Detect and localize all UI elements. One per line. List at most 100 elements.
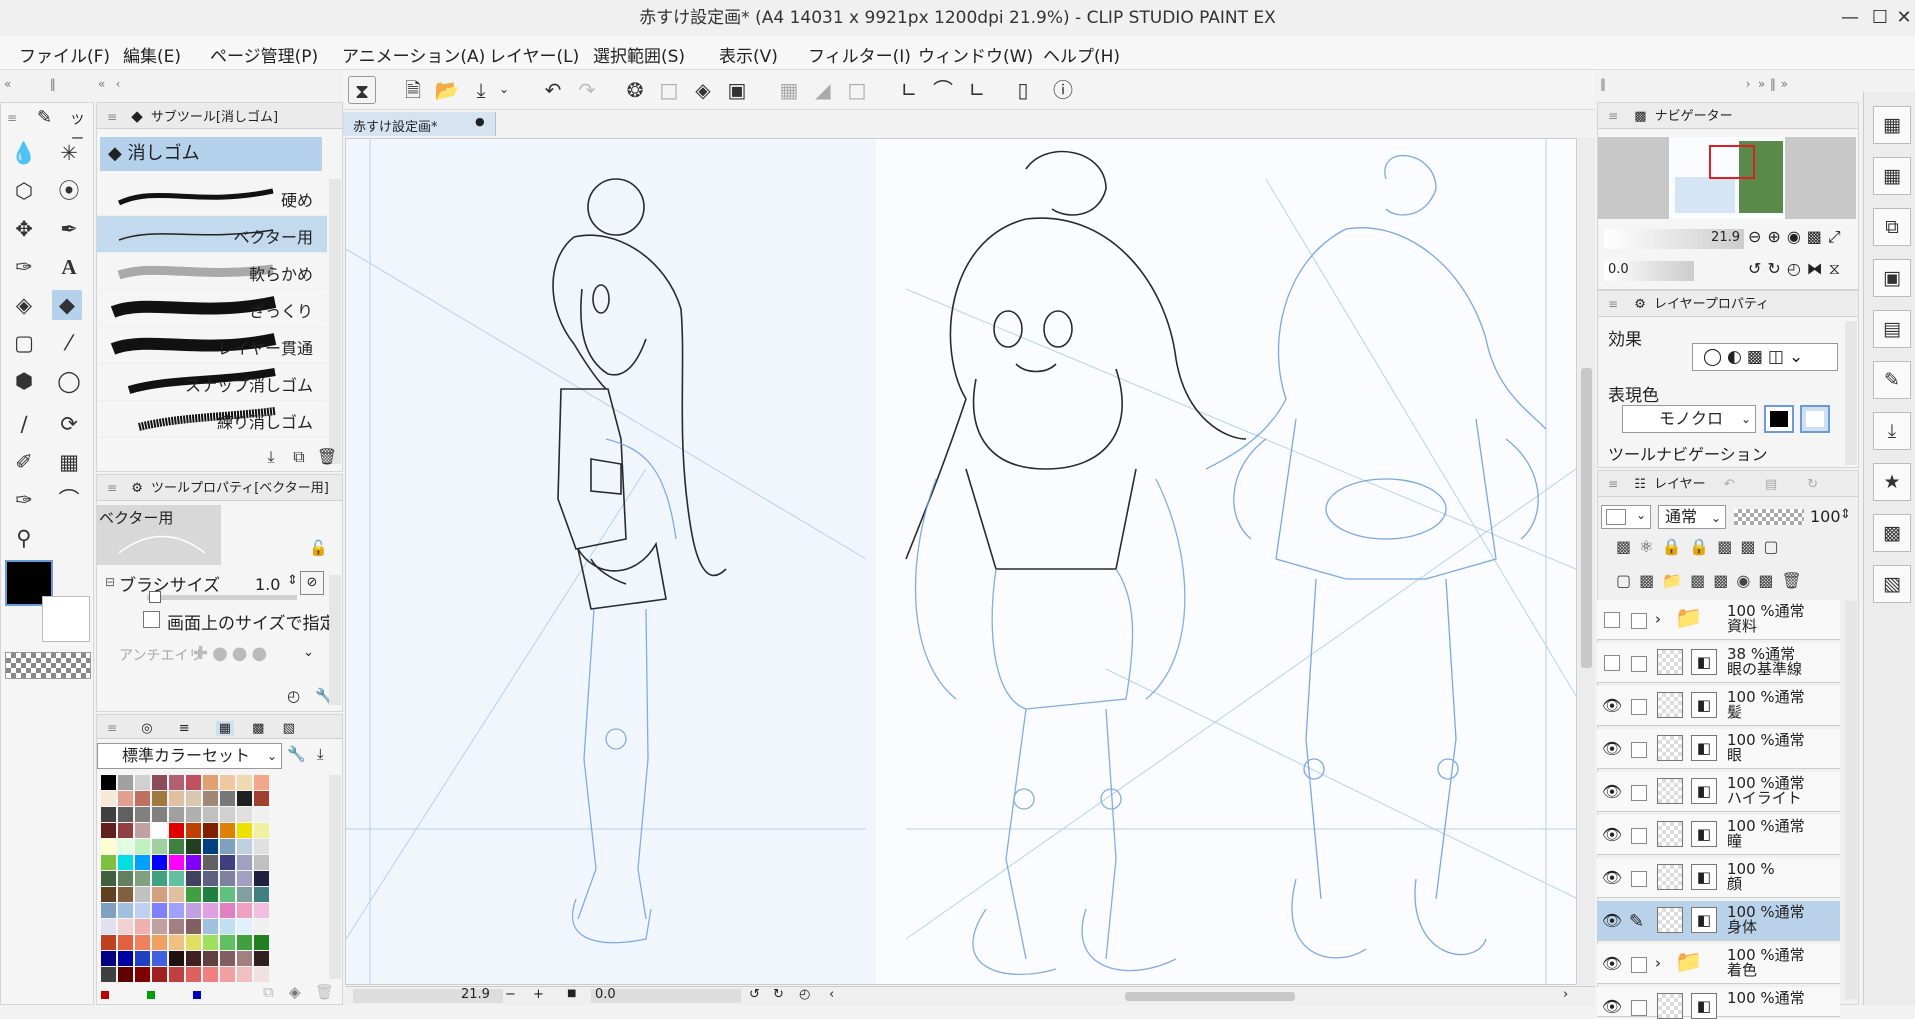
color-swatch[interactable] bbox=[203, 887, 218, 902]
eye-icon[interactable]: 👁 bbox=[1601, 911, 1623, 930]
layer-color-select[interactable]: ⌄ bbox=[1601, 505, 1651, 529]
layer-row[interactable]: 👁 ◧ 100 %通常髪 bbox=[1597, 686, 1840, 726]
color-swatch[interactable] bbox=[254, 919, 269, 934]
layer-row[interactable]: 👁 ◧ 100 %通常眼 bbox=[1597, 729, 1840, 769]
color-swatch[interactable] bbox=[203, 951, 218, 966]
edit-pen-icon[interactable]: ✎ bbox=[1629, 911, 1644, 932]
fill-icon[interactable]: ◈ bbox=[9, 290, 39, 320]
color-swatch[interactable] bbox=[220, 839, 235, 854]
screen-size-checkbox[interactable] bbox=[143, 611, 160, 628]
effect-buttons[interactable]: ◯◐▩◫⌄ bbox=[1692, 343, 1838, 371]
folder-expand-icon[interactable]: › bbox=[1655, 610, 1661, 628]
transform-icon[interactable]: ▣ bbox=[723, 76, 751, 104]
color-swatch[interactable] bbox=[169, 855, 184, 870]
left-dock-collapse[interactable]: « ‖ bbox=[4, 77, 94, 91]
eye-icon[interactable]: 👁 bbox=[1601, 696, 1623, 715]
color-swatch[interactable] bbox=[118, 807, 133, 822]
gradient-icon[interactable]: ▢ bbox=[9, 328, 39, 358]
color-swatch[interactable] bbox=[169, 935, 184, 950]
color-swatch[interactable] bbox=[118, 823, 133, 838]
color-swatch[interactable] bbox=[152, 839, 167, 854]
layer-row[interactable]: 👁 ◧ 100 %通常瞳 bbox=[1597, 815, 1840, 855]
color-swatch[interactable] bbox=[237, 839, 252, 854]
layer-lock-checkbox[interactable] bbox=[1631, 785, 1647, 801]
help-icon[interactable]: ⓘ bbox=[1049, 76, 1077, 104]
color-swatch[interactable] bbox=[135, 775, 150, 790]
layer-lock-checkbox[interactable] bbox=[1631, 699, 1647, 715]
layer-lock-checkbox[interactable] bbox=[1631, 613, 1647, 629]
color-swatch[interactable] bbox=[254, 823, 269, 838]
color-swatch[interactable] bbox=[135, 919, 150, 934]
color-slider-tab-icon[interactable]: ≡ bbox=[179, 721, 190, 736]
redo-icon[interactable]: ↷ bbox=[573, 76, 601, 104]
menu-animation[interactable]: アニメーション(A) bbox=[342, 42, 485, 67]
opacity-slider[interactable] bbox=[1734, 509, 1804, 525]
color-swatch[interactable] bbox=[203, 839, 218, 854]
save-dropdown-icon[interactable]: ⌄ bbox=[499, 82, 509, 96]
zoom-icon[interactable]: ⚲ bbox=[9, 523, 39, 553]
panel-menu-grip[interactable]: ≡ bbox=[1608, 297, 1618, 311]
color-swatch[interactable] bbox=[101, 839, 116, 854]
color-swatch[interactable] bbox=[101, 951, 116, 966]
add-color-icon[interactable]: ⧉ bbox=[263, 983, 274, 1001]
color-swatch[interactable] bbox=[118, 903, 133, 918]
panel-menu-grip[interactable]: ≡ bbox=[107, 481, 117, 495]
color-swatch[interactable] bbox=[254, 887, 269, 902]
navigator-rotation-value[interactable]: 0.0 bbox=[1608, 262, 1629, 277]
template-icon[interactable]: ▤ bbox=[1873, 310, 1911, 348]
scroll-right-icon[interactable]: › bbox=[1563, 987, 1568, 1002]
eye-icon[interactable]: 👁 bbox=[1601, 825, 1623, 844]
subtool-item-rough[interactable]: ざっくり bbox=[97, 290, 327, 327]
subtool-item-hard[interactable]: 硬め bbox=[97, 179, 327, 216]
navigator-zoom-value[interactable]: 21.9 bbox=[1711, 230, 1740, 245]
color-swatch[interactable] bbox=[152, 951, 167, 966]
layer-action-icons[interactable]: ▢▩📁▩▩◉▩🗑 bbox=[1616, 571, 1810, 590]
pressure-settings-icon[interactable]: ⊘ bbox=[300, 571, 324, 595]
panel-menu-grip[interactable]: ≡ bbox=[7, 111, 17, 125]
navigator-preview-area[interactable] bbox=[1598, 137, 1856, 219]
color-swatch[interactable] bbox=[203, 871, 218, 886]
stamp-icon[interactable]: ▦ bbox=[54, 447, 84, 477]
color-swatch[interactable] bbox=[169, 823, 184, 838]
color-swatch[interactable] bbox=[135, 903, 150, 918]
panel-menu-grip[interactable]: ≡ bbox=[1608, 109, 1618, 123]
color-swatch[interactable] bbox=[135, 871, 150, 886]
blend-mode-select[interactable]: 通常 ⌄ bbox=[1658, 505, 1726, 529]
opacity-spin-icon[interactable]: ⇕ bbox=[1840, 507, 1851, 522]
color-swatch[interactable] bbox=[220, 919, 235, 934]
layer-tab-label[interactable]: レイヤー bbox=[1654, 477, 1706, 492]
color-swatch[interactable] bbox=[237, 807, 252, 822]
color-swatch[interactable] bbox=[135, 839, 150, 854]
open-file-icon[interactable]: 📂 bbox=[433, 76, 461, 104]
subtool-dock-collapse[interactable]: « ‹ bbox=[98, 77, 338, 91]
antialias-options[interactable]: ✚●●● bbox=[193, 643, 271, 664]
color-swatch[interactable] bbox=[254, 903, 269, 918]
expression-color-select[interactable]: モノクロ ⌄ bbox=[1622, 405, 1756, 433]
picture-icon[interactable]: ▧ bbox=[1873, 565, 1911, 603]
color-swatch[interactable] bbox=[203, 967, 218, 982]
color-swatch[interactable] bbox=[118, 919, 133, 934]
save-icon[interactable]: ⤓ bbox=[467, 76, 495, 104]
layer-row[interactable]: › 📁 100 %通常 資料 bbox=[1597, 600, 1840, 640]
color-swatch[interactable] bbox=[186, 775, 201, 790]
navigator-rotate-buttons[interactable]: ↺↻◴⧓⧖ bbox=[1748, 259, 1846, 279]
color-swatch[interactable] bbox=[220, 855, 235, 870]
color-swatch[interactable] bbox=[135, 791, 150, 806]
rotate-left-icon[interactable]: ↺ bbox=[749, 987, 760, 1002]
color-swatch[interactable] bbox=[254, 935, 269, 950]
color-swatch[interactable] bbox=[186, 791, 201, 806]
color-swatch[interactable] bbox=[254, 855, 269, 870]
invert-selection-icon[interactable]: ◢ bbox=[809, 76, 837, 104]
color-swatch[interactable] bbox=[101, 871, 116, 886]
color-swatch[interactable] bbox=[118, 775, 133, 790]
color-swatch[interactable] bbox=[237, 887, 252, 902]
color-swatch[interactable] bbox=[254, 839, 269, 854]
navigator-rotation-slider[interactable]: 0.0 bbox=[1604, 261, 1694, 281]
color-swatch[interactable] bbox=[118, 887, 133, 902]
download-subtool-icon[interactable]: ⤓ bbox=[257, 443, 285, 471]
color-swatch[interactable] bbox=[237, 823, 252, 838]
smudge-icon[interactable]: ⌒ bbox=[54, 485, 84, 515]
color-swatch[interactable] bbox=[254, 967, 269, 982]
color-swatch[interactable] bbox=[118, 839, 133, 854]
clear-outside-icon[interactable]: □ bbox=[655, 76, 683, 104]
